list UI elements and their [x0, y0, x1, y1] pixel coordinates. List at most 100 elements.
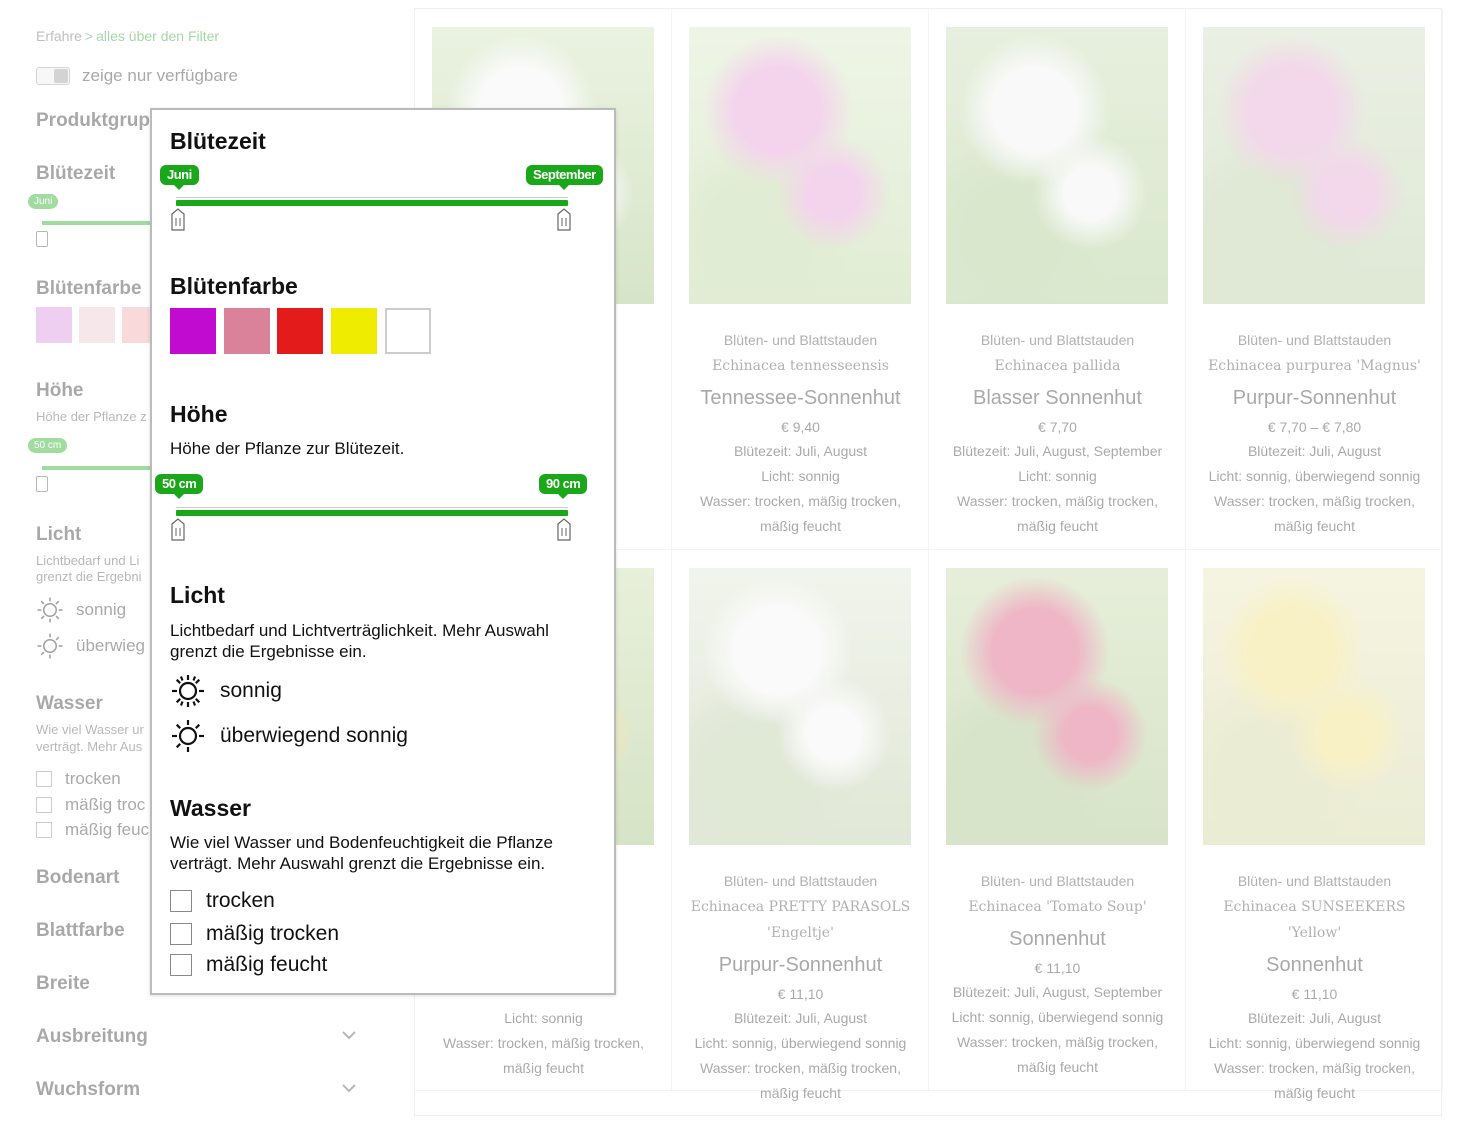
product-image[interactable]: [1203, 568, 1425, 845]
product-image[interactable]: [946, 568, 1168, 845]
product-info: Blüten- und Blattstauden Echinacea pallid…: [929, 327, 1186, 539]
sidebar-licht-option-label: überwieg: [76, 636, 145, 655]
product-name[interactable]: Purpur-Sonnenhut: [672, 948, 929, 982]
checkbox[interactable]: [36, 822, 52, 838]
product-light: Licht: sonnig: [504, 1010, 583, 1026]
availability-toggle[interactable]: [36, 67, 70, 85]
product-info: Blüten- und Blattstauden Echinacea purpur…: [1186, 327, 1443, 539]
product-info: Blüten- und Blattstauden Echinacea PRETTY…: [672, 868, 929, 1106]
wasser-option-trocken[interactable]: trocken: [170, 889, 275, 913]
product-bloom-time: Blütezeit: Juli, August, September: [952, 984, 1163, 1000]
bluetezeit-min-handle[interactable]: [170, 208, 186, 232]
sidebar-bodenart-heading[interactable]: Bodenart: [36, 867, 119, 889]
bluetezeit-max-handle[interactable]: [556, 208, 572, 232]
product-price: € 9,40: [781, 419, 820, 435]
sidebar-swatch-rose[interactable]: [79, 307, 115, 343]
licht-option-sonnig[interactable]: sonnig: [170, 673, 282, 709]
product-card[interactable]: Blüten- und Blattstauden Echinacea tennes…: [672, 9, 929, 550]
product-category: Blüten- und Blattstauden: [723, 332, 878, 348]
sun-partial-icon: [172, 720, 204, 752]
product-name[interactable]: Blasser Sonnenhut: [929, 381, 1186, 415]
sidebar-wasser-option-trocken[interactable]: trocken: [36, 769, 121, 789]
product-card[interactable]: Blüten- und Blattstauden Echinacea PRETTY…: [672, 550, 929, 1101]
color-swatch-yellow[interactable]: [331, 308, 377, 354]
checkbox[interactable]: [170, 923, 192, 945]
breadcrumb-separator: >: [84, 28, 94, 44]
product-water-cont: mäßig feucht: [1274, 1085, 1355, 1101]
product-card[interactable]: Blüten- und Blattstauden Echinacea pallid…: [929, 9, 1186, 550]
sidebar-produktgruppe-heading[interactable]: Produktgrup: [36, 110, 150, 132]
sidebar-ausbreitung-heading[interactable]: Ausbreitung: [36, 1026, 356, 1048]
product-name[interactable]: Sonnenhut: [929, 922, 1186, 956]
sidebar-blattfarbe-heading[interactable]: Blattfarbe: [36, 920, 125, 942]
licht-option-label: sonnig: [220, 679, 282, 702]
checkbox[interactable]: [170, 954, 192, 976]
product-image[interactable]: [689, 27, 911, 304]
sidebar-bluetezeit-track[interactable]: [42, 221, 162, 225]
hoehe-min-handle[interactable]: [170, 518, 186, 542]
sidebar-wasser-option-maessig-feucht[interactable]: mäßig feuc: [36, 820, 149, 840]
product-latin-name: Echinacea pallida: [994, 358, 1121, 374]
product-info: Blüten- und Blattstauden Echinacea 'Tomat…: [929, 868, 1186, 1080]
sidebar-wasser-heading: Wasser: [36, 693, 103, 714]
color-swatch-white[interactable]: [385, 308, 431, 354]
product-info: Blüten- und Blattstauden Echinacea tennes…: [672, 327, 929, 539]
checkbox[interactable]: [36, 771, 52, 787]
hoehe-range-track[interactable]: [176, 507, 568, 516]
sidebar-wasser-option-label: mäßig feuc: [65, 820, 150, 839]
product-image[interactable]: [689, 568, 911, 845]
product-name[interactable]: Purpur-Sonnenhut: [1186, 381, 1443, 415]
product-card[interactable]: Blüten- und Blattstauden Echinacea purpur…: [1186, 9, 1443, 550]
color-swatch-pink[interactable]: [224, 308, 270, 354]
hoehe-max-handle[interactable]: [556, 518, 572, 542]
hoehe-description: Höhe der Pflanze zur Blütezeit.: [170, 439, 405, 458]
licht-option-ueberwiegend-sonnig[interactable]: überwiegend sonnig: [170, 718, 408, 754]
product-latin-name: Echinacea SUNSEEKERS 'Yellow': [1223, 899, 1406, 941]
sidebar-licht-option-label: sonnig: [76, 600, 127, 619]
product-category: Blüten- und Blattstauden: [1237, 873, 1392, 889]
product-price: € 7,70 – € 7,80: [1267, 419, 1362, 435]
sidebar-wuchsform-heading[interactable]: Wuchsform: [36, 1079, 356, 1101]
checkbox[interactable]: [36, 797, 52, 813]
checkbox[interactable]: [170, 890, 192, 912]
product-water: Wasser: trocken, mäßig trocken,: [700, 1060, 901, 1076]
chevron-down-icon: [342, 1031, 356, 1040]
product-image[interactable]: [946, 27, 1168, 304]
sidebar-hoehe-track[interactable]: [42, 466, 162, 470]
wasser-option-maessig-trocken[interactable]: mäßig trocken: [170, 922, 339, 946]
product-category: Blüten- und Blattstauden: [1237, 332, 1392, 348]
sidebar-hoehe-handle[interactable]: [36, 476, 48, 492]
hoehe-max-label: 90 cm: [539, 474, 588, 499]
sidebar-hoehe-description: Höhe der Pflanze z: [36, 409, 147, 424]
wasser-option-label: trocken: [206, 889, 275, 912]
sidebar-licht-option-ueberwiegend[interactable]: überwieg: [36, 632, 145, 660]
chevron-down-icon: [342, 1084, 356, 1093]
color-swatch-red[interactable]: [277, 308, 323, 354]
product-water: Wasser: trocken, mäßig trocken,: [957, 1034, 1158, 1050]
product-info: Blüten- und Blattstauden Echinacea SUNSEE…: [1186, 868, 1443, 1106]
sidebar-hoehe-heading: Höhe: [36, 380, 84, 401]
filter-info-link[interactable]: alles über den Filter: [96, 28, 219, 44]
sidebar-breite-heading[interactable]: Breite: [36, 973, 90, 995]
product-name[interactable]: Sonnenhut: [1186, 948, 1443, 982]
sidebar-bluetenfarbe-heading: Blütenfarbe: [36, 278, 142, 299]
sidebar-hoehe-min-pill: 50 cm: [28, 438, 68, 453]
sidebar-bluetezeit-heading: Blütezeit: [36, 163, 116, 184]
sidebar-swatch-violet[interactable]: [36, 307, 72, 343]
sidebar-wasser-option-label: trocken: [65, 769, 121, 788]
sidebar-ausbreitung-label: Ausbreitung: [36, 1026, 148, 1047]
sidebar-bluetezeit-handle[interactable]: [36, 231, 48, 247]
product-image[interactable]: [1203, 27, 1425, 304]
product-card[interactable]: Blüten- und Blattstauden Echinacea SUNSEE…: [1186, 550, 1443, 1101]
product-name[interactable]: Tennessee-Sonnenhut: [672, 381, 929, 415]
availability-filter[interactable]: zeige nur verfügbare: [36, 66, 238, 86]
wasser-option-maessig-feucht[interactable]: mäßig feucht: [170, 953, 327, 977]
product-card[interactable]: Blüten- und Blattstauden Echinacea 'Tomat…: [929, 550, 1186, 1091]
sidebar-licht-option-sonnig[interactable]: sonnig: [36, 596, 126, 624]
product-bloom-time: Blütezeit: Juli, August: [733, 443, 868, 459]
sidebar-wasser-option-maessig-trocken[interactable]: mäßig troc: [36, 795, 145, 815]
bluetezeit-min-label: Juni: [160, 165, 199, 190]
color-swatch-violet[interactable]: [170, 308, 216, 354]
bluetezeit-range-track[interactable]: [176, 197, 568, 206]
product-bloom-time: Blütezeit: Juli, August: [733, 1010, 868, 1026]
